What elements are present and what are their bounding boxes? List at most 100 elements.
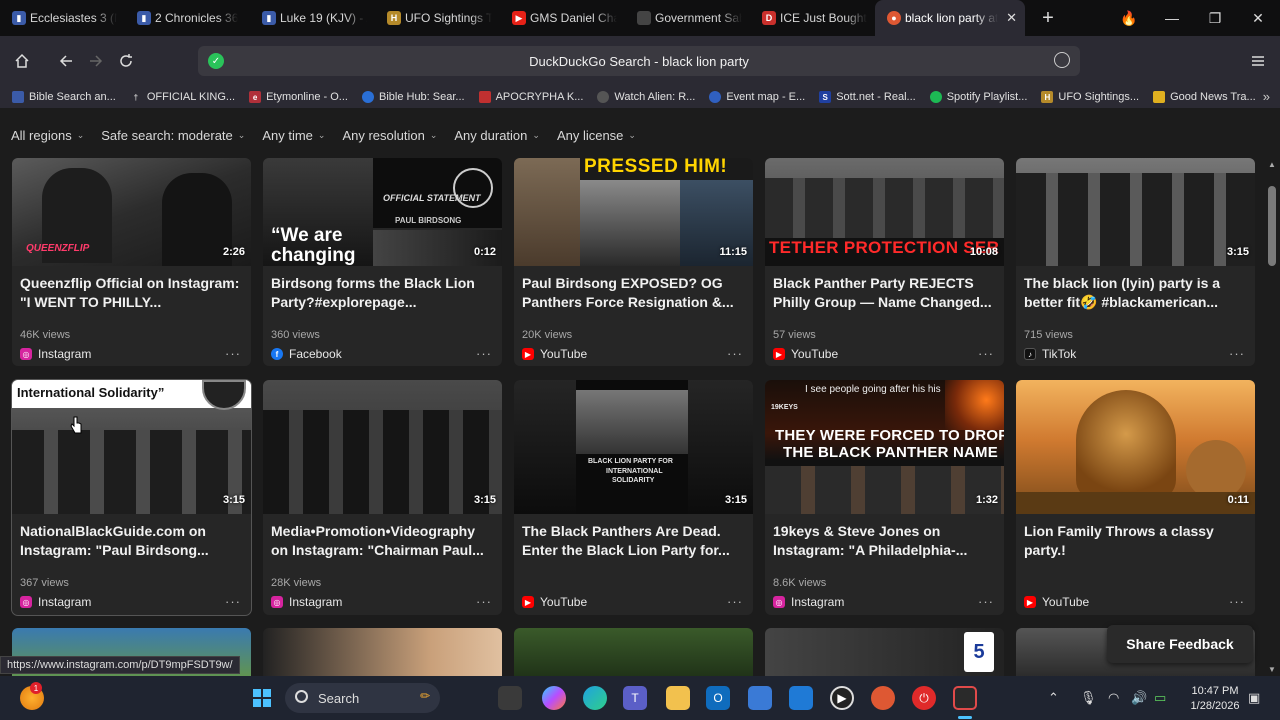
video-source[interactable]: ◎ Instagram (773, 595, 844, 609)
video-title[interactable]: Birdsong forms the Black Lion Party?#exp… (271, 274, 495, 312)
new-tab-button[interactable]: + (1033, 3, 1063, 33)
scroll-down-icon[interactable]: ▼ (1268, 665, 1276, 674)
video-source[interactable]: ◎ Instagram (20, 347, 91, 361)
bookmark-item[interactable]: S Sott.net - Real... (819, 91, 916, 103)
copilot-icon[interactable] (542, 686, 566, 710)
video-title[interactable]: The black lion (lyin) party is a better … (1024, 274, 1248, 312)
video-thumbnail[interactable]: OFFICIAL STATEMENT PAUL BIRDSONG “We are… (263, 158, 502, 266)
video-title[interactable]: NationalBlackGuide.com on Instagram: "Pa… (20, 522, 244, 560)
scrollbar-thumb[interactable] (1268, 186, 1276, 266)
microphone-icon[interactable]: 🎙 (1080, 690, 1097, 706)
video-card[interactable]: OFFICIAL STATEMENT PAUL BIRDSONG “We are… (263, 158, 502, 366)
teams-icon[interactable]: T (623, 686, 647, 710)
outlook-icon[interactable]: O (706, 686, 730, 710)
video-thumbnail[interactable]: 3:15 (263, 380, 502, 514)
people-icon[interactable] (748, 686, 772, 710)
video-card[interactable] (514, 628, 753, 676)
video-title[interactable]: 19keys & Steve Jones on Instagram: "A Ph… (773, 522, 997, 560)
notification-icon[interactable]: ▣ (1248, 690, 1260, 706)
address-bar[interactable]: ✓ DuckDuckGo Search - black lion party (198, 46, 1080, 76)
back-icon[interactable] (53, 48, 79, 74)
bookmark-item[interactable]: Event map - E... (709, 91, 805, 103)
more-options-icon[interactable]: ··· (225, 346, 241, 361)
reload-icon[interactable] (113, 48, 139, 74)
more-options-icon[interactable]: ··· (727, 594, 743, 609)
bookmark-item[interactable]: APOCRYPHA K... (478, 91, 583, 103)
video-source[interactable]: ◎ Instagram (271, 595, 342, 609)
bookmark-item[interactable]: H UFO Sightings... (1041, 91, 1139, 103)
video-thumbnail[interactable]: I see people going after his his 19KEYS … (765, 380, 1004, 514)
tab-5[interactable]: Government Sab (625, 0, 750, 36)
filter-safe-search[interactable]: Safe search: moderate ⌄ (101, 128, 245, 143)
filter-duration[interactable]: Any duration ⌄ (454, 128, 540, 143)
volume-icon[interactable]: 🔊 (1131, 690, 1147, 706)
video-card[interactable]: 3:15 Media•Promotion•Videography on Inst… (263, 380, 502, 615)
video-source[interactable]: ◎ Instagram (20, 595, 91, 609)
edge-icon[interactable] (583, 686, 607, 710)
maximize-button[interactable]: ❐ (1193, 0, 1237, 36)
chevron-right-icon[interactable]: » (1263, 89, 1270, 104)
video-title[interactable]: Media•Promotion•Videography on Instagram… (271, 522, 495, 560)
duckduckgo-icon[interactable] (871, 686, 895, 710)
tab-2[interactable]: ▮ Luke 19 (KJV) - A (250, 0, 375, 36)
file-explorer-icon[interactable] (666, 686, 690, 710)
video-thumbnail[interactable]: BLACK LION PARTY FOR INTERNATIONAL SOLID… (514, 380, 753, 514)
wifi-icon[interactable]: ◠ (1108, 690, 1119, 706)
video-card[interactable]: I see people going after his his 19KEYS … (765, 380, 1004, 615)
video-source[interactable]: ▶ YouTube (773, 347, 838, 361)
video-source[interactable]: ♪ TikTok (1024, 347, 1076, 361)
taskbar-search[interactable]: Search ✏ (285, 683, 440, 713)
video-title[interactable]: Paul Birdsong EXPOSED? OG Panthers Force… (522, 274, 746, 312)
video-thumbnail[interactable]: 0:11 (1016, 380, 1255, 514)
more-options-icon[interactable]: ··· (225, 594, 241, 609)
video-thumbnail[interactable]: QUEENZFLIP 2:26 (12, 158, 251, 266)
home-icon[interactable] (9, 48, 35, 74)
video-thumbnail[interactable]: PRESSED HIM! 11:15 (514, 158, 753, 266)
menu-icon[interactable] (1245, 48, 1271, 74)
video-title[interactable]: Queenzflip Official on Instagram: "I WEN… (20, 274, 244, 312)
tab-active[interactable]: ● black lion party at ✕ (875, 0, 1025, 36)
more-options-icon[interactable]: ··· (727, 346, 743, 361)
start-icon[interactable] (250, 686, 274, 710)
tab-4[interactable]: ▶ GMS Daniel Cha (500, 0, 625, 36)
video-card[interactable]: International Solidarity” 3:15 NationalB… (12, 380, 251, 615)
video-card[interactable]: TETHER PROTECTION SER 10:08 Black Panthe… (765, 158, 1004, 366)
video-thumbnail[interactable]: 3:15 (1016, 158, 1255, 266)
bookmark-item[interactable]: Watch Alien: R... (597, 91, 695, 103)
filter-region[interactable]: All regions ⌄ (11, 128, 84, 143)
tab-6[interactable]: D ICE Just Bought (750, 0, 875, 36)
video-card[interactable]: 0:11 Lion Family Throws a classy party.!… (1016, 380, 1255, 615)
close-tab-icon[interactable]: ✕ (1006, 10, 1017, 26)
bookmark-item[interactable]: Bible Hub: Sear... (361, 91, 465, 103)
video-source[interactable]: ▶ YouTube (1024, 595, 1089, 609)
video-title[interactable]: The Black Panthers Are Dead. Enter the B… (522, 522, 746, 560)
bookmark-item[interactable]: Spotify Playlist... (929, 91, 1027, 103)
filter-resolution[interactable]: Any resolution ⌄ (342, 128, 437, 143)
video-thumbnail[interactable]: TETHER PROTECTION SER 10:08 (765, 158, 1004, 266)
bookmark-item[interactable]: Good News Tra... (1153, 91, 1256, 103)
minimize-button[interactable]: — (1150, 0, 1194, 36)
forward-icon[interactable] (83, 48, 109, 74)
video-card[interactable] (263, 628, 502, 676)
media-player-icon[interactable]: ▶ (830, 686, 854, 710)
video-card[interactable]: BLACK LION PARTY FOR INTERNATIONAL SOLID… (514, 380, 753, 615)
video-source[interactable]: f Facebook (271, 347, 342, 361)
more-options-icon[interactable]: ··· (1229, 594, 1245, 609)
snipping-tool-icon[interactable] (953, 686, 977, 710)
more-options-icon[interactable]: ··· (978, 594, 994, 609)
battery-icon[interactable]: ▭ (1154, 690, 1166, 706)
task-view-icon[interactable] (498, 686, 522, 710)
close-window-button[interactable]: ✕ (1236, 0, 1280, 36)
share-feedback-button[interactable]: Share Feedback (1107, 625, 1253, 663)
more-options-icon[interactable]: ··· (1229, 346, 1245, 361)
video-source[interactable]: ▶ YouTube (522, 595, 587, 609)
reader-icon[interactable] (1054, 52, 1070, 68)
store-icon[interactable] (789, 686, 813, 710)
bookmark-item[interactable]: Bible Search an... (12, 91, 116, 103)
more-options-icon[interactable]: ··· (978, 346, 994, 361)
chevron-up-icon[interactable]: ⌃ (1048, 690, 1059, 706)
video-thumbnail[interactable]: International Solidarity” 3:15 (12, 380, 251, 514)
scroll-up-icon[interactable]: ▲ (1268, 160, 1276, 169)
video-card[interactable]: 5 (765, 628, 1004, 676)
tab-3[interactable]: H UFO Sightings Ta (375, 0, 500, 36)
